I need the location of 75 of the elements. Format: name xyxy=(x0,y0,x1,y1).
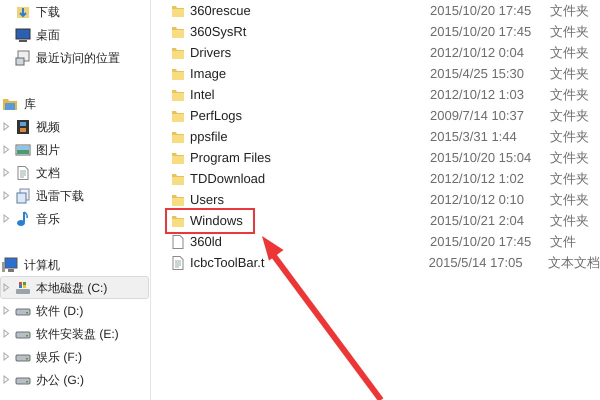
file-type: 文件夹 xyxy=(550,22,589,41)
expand-arrow-icon[interactable] xyxy=(3,306,10,315)
expand-arrow-icon[interactable] xyxy=(3,145,10,154)
file-type: 文件夹 xyxy=(550,86,589,104)
file-type: 文件夹 xyxy=(550,106,589,125)
file-icon xyxy=(170,234,186,250)
film-icon xyxy=(15,118,31,134)
date-modified: 2012/10/12 0:04 xyxy=(430,44,525,62)
date-modified: 2012/10/12 1:03 xyxy=(430,86,525,104)
file-name[interactable]: Image xyxy=(190,64,226,84)
sidebar-item[interactable]: 桌面 xyxy=(0,23,149,46)
sidebar-heading[interactable]: 库 xyxy=(24,94,36,112)
sidebar-item[interactable]: 文档 xyxy=(0,161,149,184)
date-modified: 2015/5/14 17:05 xyxy=(428,254,524,272)
date-modified: 2012/10/12 1:02 xyxy=(430,170,525,188)
sidebar-item[interactable]: 迅雷下载 xyxy=(0,184,149,207)
expand-arrow-icon[interactable] xyxy=(3,283,10,292)
expand-arrow-icon[interactable] xyxy=(3,375,10,384)
sidebar-item[interactable]: 办公 (G:) xyxy=(0,368,149,391)
file-type: 文本文档 xyxy=(548,254,600,272)
expand-arrow-icon[interactable] xyxy=(3,352,10,361)
file-type: 文件夹 xyxy=(550,190,589,209)
date-modified: 2015/10/20 17:45 xyxy=(430,2,532,20)
file-name[interactable]: Program Files xyxy=(190,148,271,168)
document-stack-icon xyxy=(15,188,31,204)
date-modified: 2015/10/20 17:45 xyxy=(430,22,532,41)
recent-places-icon xyxy=(15,50,31,66)
date-modified: 2015/10/20 17:45 xyxy=(430,232,532,251)
sidebar-item[interactable]: 图片 xyxy=(0,138,149,161)
expand-arrow-icon[interactable] xyxy=(3,191,10,200)
file-type: 文件夹 xyxy=(550,148,589,167)
sidebar-item[interactable]: 最近访问的位置 xyxy=(0,46,149,69)
document-icon xyxy=(170,254,186,270)
date-modified: 2015/3/31 1:44 xyxy=(430,128,518,146)
file-type: 文件夹 xyxy=(550,128,589,146)
expand-arrow-icon[interactable] xyxy=(3,122,10,131)
file-name[interactable]: 360rescue xyxy=(190,0,251,20)
file-type: 文件夹 xyxy=(550,44,589,62)
picture-icon xyxy=(15,142,31,158)
sidebar-heading[interactable]: 计算机 xyxy=(24,256,60,274)
file-name[interactable]: ppsfile xyxy=(190,126,228,146)
system-drive-icon xyxy=(15,280,31,296)
file-name[interactable]: IcbcToolBar.t xyxy=(190,252,264,272)
file-type: 文件夹 xyxy=(550,170,589,188)
file-type: 文件夹 xyxy=(550,2,589,20)
expand-arrow-icon[interactable] xyxy=(3,168,10,177)
date-modified: 2015/10/20 15:04 xyxy=(430,148,532,167)
computer-icon xyxy=(2,256,18,272)
monitor-icon xyxy=(15,26,31,42)
sidebar-item[interactable]: 娱乐 (F:) xyxy=(0,345,149,368)
music-note-icon xyxy=(15,210,31,226)
file-type: 文件 xyxy=(550,232,576,251)
sidebar-item[interactable]: 音乐 xyxy=(0,207,149,230)
file-name[interactable]: PerfLogs xyxy=(190,106,242,126)
sidebar-item[interactable]: 视频 xyxy=(0,115,149,138)
expand-arrow-icon[interactable] xyxy=(3,329,10,338)
expand-arrow-icon[interactable] xyxy=(3,214,10,223)
date-modified: 2012/10/12 0:10 xyxy=(430,190,525,209)
file-name[interactable]: TDDownload xyxy=(190,168,266,188)
file-name[interactable]: Intel xyxy=(190,84,215,104)
file-name[interactable]: Users xyxy=(190,190,224,210)
sidebar-item[interactable]: 本地磁盘 (C:) xyxy=(0,276,149,299)
file-name[interactable]: Windows xyxy=(190,210,243,230)
file-type: 文件夹 xyxy=(550,212,589,230)
file-name[interactable]: 360SysRt xyxy=(190,22,246,42)
file-name[interactable]: 360ld xyxy=(190,232,222,252)
document-icon xyxy=(15,164,31,180)
date-modified: 2009/7/14 10:37 xyxy=(430,106,525,125)
date-modified: 2015/4/25 15:30 xyxy=(430,64,525,83)
sidebar-item[interactable]: 软件 (D:) xyxy=(0,299,149,322)
sidebar-item[interactable]: 下载 xyxy=(0,0,149,23)
file-name[interactable]: Drivers xyxy=(190,42,232,62)
date-modified: 2015/10/21 2:04 xyxy=(430,212,525,230)
file-type: 文件夹 xyxy=(550,64,589,83)
sidebar-item[interactable]: 软件安装盘 (E:) xyxy=(0,322,149,345)
